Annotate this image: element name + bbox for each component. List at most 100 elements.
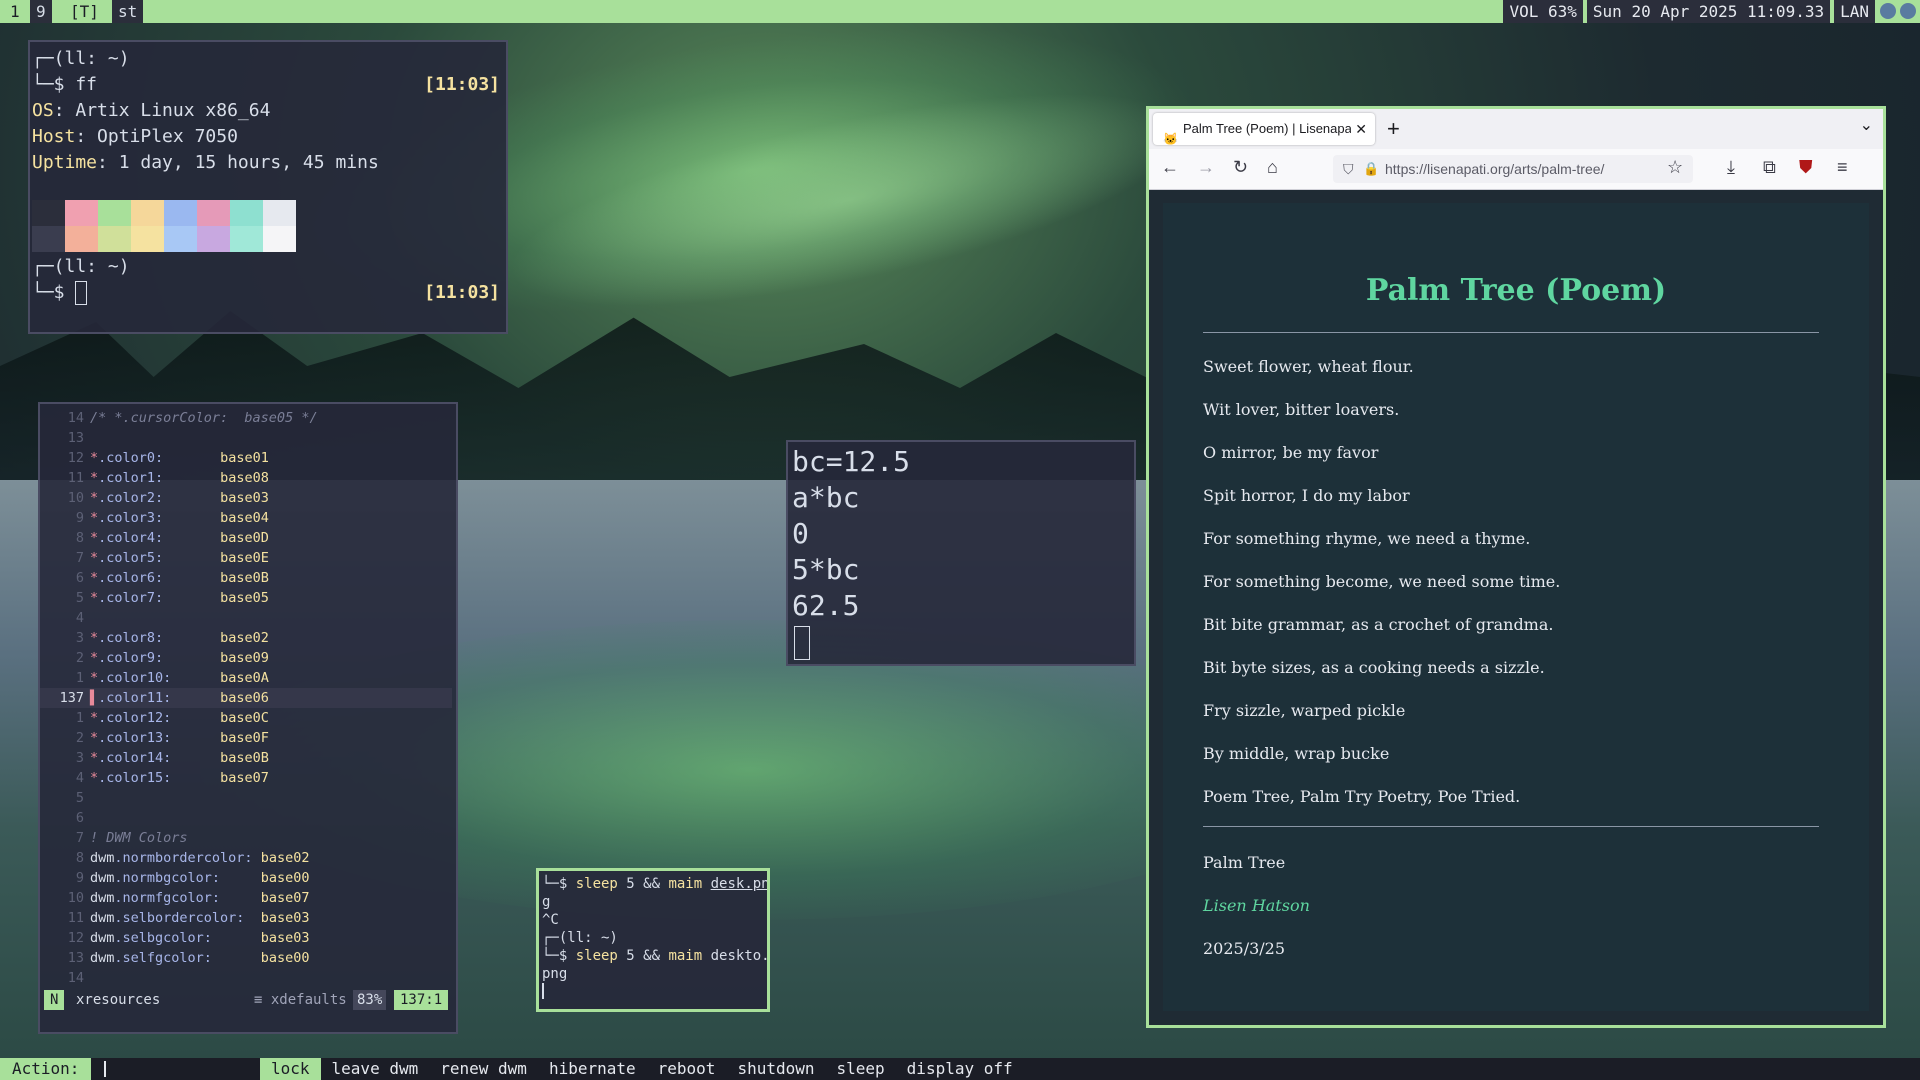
line-number: 10 <box>67 490 84 506</box>
editor-line[interactable]: 13 <box>40 428 452 448</box>
editor-line[interactable]: 7 *.color5: base0E <box>40 548 452 568</box>
fetch-terminal[interactable]: ┌─(ll: ~) └─$ ff [11:03] OS: Artix Linux… <box>28 40 508 334</box>
tracking-shield-icon[interactable]: ⛉ <box>1343 155 1354 183</box>
resource-key: .color7: <box>98 590 212 606</box>
work-title: Palm Tree <box>1203 853 1286 872</box>
editor-line[interactable]: 8 *.color4: base0D <box>40 528 452 548</box>
command-line: └─$ sleep 5 && maim desk.pn <box>542 876 770 892</box>
lock-icon[interactable]: 🔒 <box>1363 155 1379 183</box>
line-number: 9 <box>75 870 84 886</box>
editor-line[interactable]: 5 <box>40 788 452 808</box>
editor-line[interactable]: 4 <box>40 608 452 628</box>
dmenu-option-shutdown[interactable]: shutdown <box>726 1058 825 1080</box>
text-cursor <box>542 983 544 999</box>
editor-line[interactable]: 6 <box>40 808 452 828</box>
menu-icon[interactable]: ≡ <box>1837 157 1848 178</box>
editor-line[interactable]: 137 ▌.color11: base06 <box>40 688 452 708</box>
editor-line[interactable]: 7 ! DWM Colors <box>40 828 452 848</box>
editor-line[interactable]: 13 dwm.selfgcolor: base00 <box>40 948 452 968</box>
vim-editor[interactable]: 14/* *.cursorColor: base05 */13 12 *.color… <box>38 402 458 1034</box>
editor-line[interactable]: 11 *.color1: base08 <box>40 468 452 488</box>
palette-swatch <box>263 200 296 226</box>
dmenu-option-reboot[interactable]: reboot <box>647 1058 727 1080</box>
tag-9[interactable]: 9 <box>30 0 52 23</box>
editor-line[interactable]: 3 *.color14: base0B <box>40 748 452 768</box>
tray-icon[interactable] <box>1880 3 1896 19</box>
list-tabs-button[interactable]: ⌄ <box>1860 115 1873 135</box>
line-number: 6 <box>75 810 84 826</box>
editor-line[interactable]: 10 dwm.normfgcolor: base07 <box>40 888 452 908</box>
editor-line[interactable]: 14 <box>40 968 452 988</box>
editor-line[interactable]: 2 *.color9: base09 <box>40 648 452 668</box>
editor-line[interactable]: 2 *.color13: base0F <box>40 728 452 748</box>
editor-line[interactable]: 12 dwm.selbgcolor: base03 <box>40 928 452 948</box>
publish-date: 2025/3/25 <box>1203 939 1286 958</box>
layout-indicator[interactable]: [T] <box>64 0 105 23</box>
forward-button[interactable]: → <box>1197 157 1215 178</box>
output-line: ^C <box>542 912 559 928</box>
back-button[interactable]: ← <box>1161 157 1179 178</box>
downloads-icon[interactable]: ⤓ <box>1727 157 1735 178</box>
dmenu-option-renew-dwm[interactable]: renew dwm <box>429 1058 538 1080</box>
vim-mode: N <box>44 990 65 1010</box>
focused-terminal[interactable]: └─$ sleep 5 && maim desk.pn g ^C ┌─(ll: … <box>536 868 770 1012</box>
tag-1[interactable]: 1 <box>4 0 26 23</box>
editor-line[interactable]: 11 dwm.selbordercolor: base03 <box>40 908 452 928</box>
editor-line[interactable]: 14 /* *.cursorColor: base05 */ <box>40 408 452 428</box>
dmenu-option-hibernate[interactable]: hibernate <box>538 1058 647 1080</box>
prompt: ┌─(ll: ~) <box>32 256 130 277</box>
palette-swatch <box>164 200 197 226</box>
dmenu-option-leave-dwm[interactable]: leave dwm <box>321 1058 430 1080</box>
resource-key: .color1: <box>98 470 212 486</box>
poem-line: Bit byte sizes, as a cooking needs a siz… <box>1203 658 1545 677</box>
palette-swatch <box>164 226 197 252</box>
ublock-icon[interactable]: ⛊ <box>1799 157 1813 178</box>
resource-prefix: dwm <box>90 910 115 926</box>
firefox-window[interactable]: 🐱 Palm Tree (Poem) | Lisenapati ✕ + ⌄ ← … <box>1146 106 1886 1028</box>
editor-line[interactable]: 5 *.color7: base05 <box>40 588 452 608</box>
resource-key: .color12: <box>98 710 212 726</box>
dmenu-input-cursor[interactable] <box>104 1061 106 1077</box>
calc-line: 0 <box>792 517 809 550</box>
home-button[interactable]: ⌂ <box>1267 157 1278 178</box>
poem-line: By middle, wrap bucke <box>1203 744 1390 763</box>
line-number: 11 <box>67 470 84 486</box>
editor-line[interactable]: 9 *.color3: base04 <box>40 508 452 528</box>
editor-line[interactable]: 12 *.color0: base01 <box>40 448 452 468</box>
author-link[interactable]: Lisen Hatson <box>1203 896 1310 915</box>
text-cursor <box>75 281 88 305</box>
resource-value: base0E <box>211 550 269 566</box>
editor-line[interactable]: 9 dwm.normbgcolor: base00 <box>40 868 452 888</box>
editor-line[interactable]: 3 *.color8: base02 <box>40 628 452 648</box>
reload-button[interactable]: ↻ <box>1233 157 1248 178</box>
resource-key: .selfgcolor: <box>114 950 253 966</box>
editor-line[interactable]: 1 *.color10: base0A <box>40 668 452 688</box>
calc-line: bc=12.5 <box>792 445 911 478</box>
tray-icon[interactable] <box>1900 3 1916 19</box>
page-content: Palm Tree (Poem) Sweet flower, wheat flo… <box>1163 203 1869 1011</box>
resource-prefix: dwm <box>90 890 115 906</box>
editor-line[interactable]: 4 *.color15: base07 <box>40 768 452 788</box>
text-cursor <box>794 626 810 660</box>
extensions-icon[interactable]: ⧉ <box>1763 157 1776 178</box>
editor-line[interactable]: 6 *.color6: base0B <box>40 568 452 588</box>
dmenu-option-display-off[interactable]: display off <box>896 1058 1024 1080</box>
poem-line: Spit horror, I do my labor <box>1203 486 1410 505</box>
poem-line: Poem Tree, Palm Try Poetry, Poe Tried. <box>1203 787 1521 806</box>
resource-key: .color8: <box>98 630 212 646</box>
wildcard-prefix: * <box>90 770 99 786</box>
palette-swatch <box>98 226 131 252</box>
editor-line[interactable]: 1 *.color12: base0C <box>40 708 452 728</box>
dmenu-option-lock[interactable]: lock <box>260 1058 321 1080</box>
editor-line[interactable]: 10 *.color2: base03 <box>40 488 452 508</box>
scroll-percent: 83% <box>353 990 387 1010</box>
editor-line[interactable]: 8 dwm.normbordercolor: base02 <box>40 848 452 868</box>
bookmark-star-icon[interactable]: ☆ <box>1667 157 1683 178</box>
url-bar[interactable]: ⛉ 🔒 https://lisenapati.org/arts/palm-tre… <box>1333 155 1693 183</box>
bc-calculator-terminal[interactable]: bc=12.5 a*bc 0 5*bc 62.5 <box>786 440 1136 666</box>
dmenu-option-sleep[interactable]: sleep <box>826 1058 896 1080</box>
tab-active[interactable]: 🐱 Palm Tree (Poem) | Lisenapati ✕ <box>1153 113 1375 146</box>
close-tab-icon[interactable]: ✕ <box>1355 113 1367 145</box>
command-line[interactable]: └─$ <box>32 280 88 306</box>
new-tab-button[interactable]: + <box>1387 113 1400 145</box>
